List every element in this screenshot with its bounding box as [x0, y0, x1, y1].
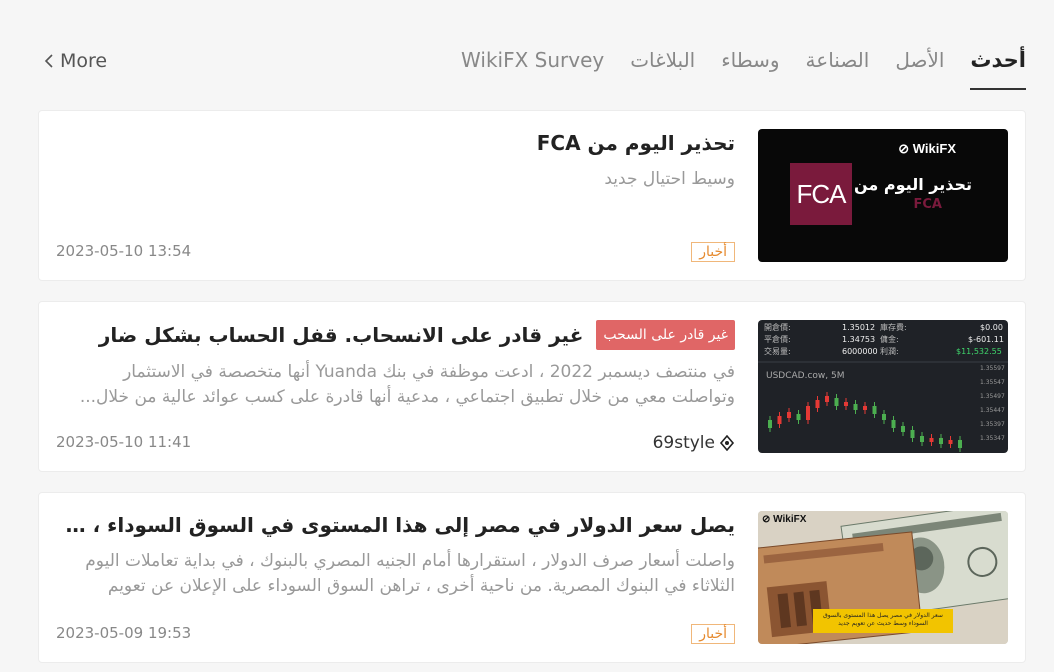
pair-label: USDCAD.cow, 5M [766, 371, 845, 381]
candle-body [815, 400, 820, 408]
news-card[interactable]: FCA ⊘ WikiFX تحذير اليوم من FCA تحذير ال… [38, 110, 1026, 281]
candle-body [948, 440, 953, 444]
fca-logo: FCA [790, 163, 852, 225]
candle-body [768, 420, 772, 428]
candle-body [787, 412, 791, 418]
brand-text: WikiFX [773, 514, 807, 525]
price-tick-label: 1.35497 [980, 393, 1005, 400]
tab-origin[interactable]: الأصل [895, 44, 944, 88]
wikifx-logo-icon: ⊘ [898, 141, 910, 156]
article-title-text: غير قادر على الانسحاب. قفل الحساب بشكل ض… [98, 323, 584, 347]
article-thumbnail[interactable]: 開倉價: 1.35012 庫存費: $0.00 平倉價: 1.34753 傭金:… [758, 320, 1008, 453]
article-date: 2023-05-09 19:53 [56, 624, 192, 642]
article-date: 2023-05-10 11:41 [56, 433, 192, 451]
stat-value: 1.35012 [842, 323, 875, 332]
wikifx-brand: ⊘ WikiFX [898, 141, 956, 157]
candle-body [844, 402, 848, 406]
stat-value: $11,532.55 [956, 347, 1002, 356]
wikifx-brand: ⊘ WikiFX [762, 514, 806, 525]
price-tick-label: 1.35447 [980, 407, 1005, 414]
candle-body [863, 406, 867, 410]
article-title-text: تحذير اليوم من FCA [536, 131, 735, 155]
article-title[interactable]: غير قادر على السحب غير قادر على الانسحاب… [55, 320, 735, 350]
news-card[interactable]: 開倉價: 1.35012 庫存費: $0.00 平倉價: 1.34753 傭金:… [38, 301, 1026, 472]
article-source[interactable]: 69style [653, 433, 735, 453]
thumbnail-title: تحذير اليوم من [854, 175, 972, 194]
candle-body [853, 404, 858, 410]
stat-label: 交易量: [764, 346, 791, 356]
article-summary: في منتصف ديسمبر 2022 ، ادعت موظفة في بنك… [79, 362, 735, 407]
candle-body [825, 396, 829, 402]
source-name: 69style [652, 433, 715, 453]
candle-body [939, 438, 943, 444]
candle-body [872, 406, 877, 414]
candle-body [929, 438, 934, 442]
article-date: 2023-05-10 13:54 [56, 242, 192, 260]
news-card[interactable]: ⊘ WikiFX سعر الدولار في مصر يصل هذا المس… [38, 492, 1026, 663]
thumbnail-subtitle: FCA [913, 197, 942, 212]
article-title[interactable]: تحذير اليوم من FCA [55, 129, 735, 157]
status-badge: غير قادر على السحب [596, 320, 735, 350]
tab-latest[interactable]: أحدث [970, 44, 1026, 90]
stat-label: 庫存費: [880, 322, 907, 332]
candle-body [777, 416, 782, 424]
tab-bar: More أحدث الأصل الصناعة وسطاء البلاغات W… [0, 0, 1054, 100]
stat-label: 開倉價: [764, 322, 791, 332]
stat-label: 傭金: [880, 334, 899, 344]
candle-body [910, 430, 915, 438]
stat-value: $0.00 [980, 323, 1003, 332]
category-tag[interactable]: أخبار [691, 624, 735, 644]
stat-value: 6000000 [842, 347, 878, 356]
article-thumbnail[interactable]: FCA ⊘ WikiFX تحذير اليوم من FCA [758, 129, 1008, 262]
stat-label: 利潤: [880, 346, 899, 356]
candle-body [920, 436, 924, 442]
price-axis: 1.35597 1.35547 1.35497 1.35447 1.35397 1.353… [980, 365, 1005, 442]
candle-body [882, 414, 886, 420]
candle-body [958, 440, 962, 448]
article-thumbnail[interactable]: ⊘ WikiFX سعر الدولار في مصر يصل هذا المس… [758, 511, 1008, 644]
more-button[interactable]: More [42, 46, 107, 76]
more-label: More [60, 50, 108, 72]
tab-industry[interactable]: الصناعة [806, 44, 870, 88]
article-summary: واصلت أسعار صرف الدولار ، استقرارها أمام… [85, 551, 735, 596]
price-tick-label: 1.35347 [980, 435, 1005, 442]
article-title-text: يصل سعر الدولار في مصر إلى هذا المستوى ف… [55, 513, 735, 537]
brand-text: WikiFX [912, 141, 956, 156]
tab-brokers[interactable]: وسطاء [721, 44, 779, 88]
tab-survey[interactable]: WikiFX Survey [461, 44, 604, 88]
trading-chart-image: 開倉價: 1.35012 庫存費: $0.00 平倉價: 1.34753 傭金:… [758, 322, 1008, 452]
candle-body [806, 406, 810, 420]
candle-body [796, 414, 801, 420]
stat-value: 1.34753 [842, 335, 875, 344]
article-title[interactable]: يصل سعر الدولار في مصر إلى هذا المستوى ف… [55, 511, 735, 539]
chevron-left-icon [44, 54, 53, 68]
candle-body [901, 426, 905, 432]
stat-value: $-601.11 [968, 335, 1004, 344]
category-tabs: أحدث الأصل الصناعة وسطاء البلاغات WikiFX… [461, 44, 1026, 90]
thumbnail-caption: سعر الدولار في مصر يصل هذا المستوى بالسو… [813, 609, 953, 633]
tab-reports[interactable]: البلاغات [630, 44, 695, 88]
price-tick-label: 1.35547 [980, 379, 1005, 386]
price-tick-label: 1.35597 [980, 365, 1005, 372]
wikifx-logo-icon: ⊘ [762, 514, 771, 525]
candles [768, 392, 962, 452]
source-icon [719, 435, 735, 451]
candle-body [891, 420, 896, 428]
candle-body [834, 398, 839, 406]
stat-label: 平倉價: [764, 334, 791, 344]
category-tag[interactable]: أخبار [691, 242, 735, 262]
article-summary: وسيط احتيال جديد [604, 169, 735, 189]
price-tick-label: 1.35397 [980, 421, 1005, 428]
